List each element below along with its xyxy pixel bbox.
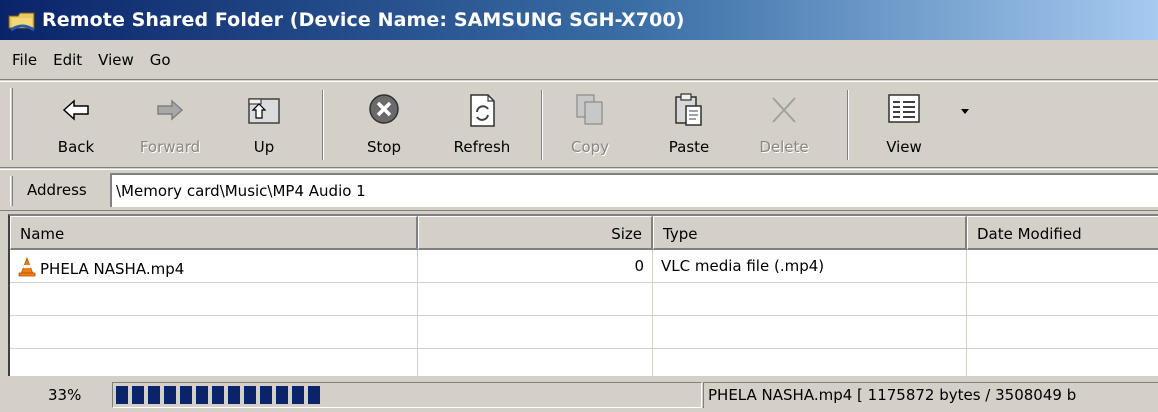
menu-view[interactable]: View [90, 47, 142, 73]
paste-label: Paste [668, 138, 710, 156]
window-title: Remote Shared Folder (Device Name: SAMSU… [42, 9, 685, 31]
progress-segment [276, 386, 288, 404]
progress-segment [164, 386, 176, 404]
empty-row [10, 316, 1158, 349]
empty-cell [418, 283, 653, 316]
column-header-size[interactable]: Size [418, 216, 653, 250]
forward-label: Forward [139, 138, 201, 156]
progress-segment [292, 386, 304, 404]
progress-segment [212, 386, 224, 404]
address-label: Address [27, 181, 87, 199]
title-bar[interactable]: Remote Shared Folder (Device Name: SAMSU… [0, 0, 1158, 40]
shared-folder-icon [8, 8, 36, 32]
view-label: View [886, 138, 922, 156]
empty-cell [418, 316, 653, 349]
progress-segment [260, 386, 272, 404]
progress-segment [228, 386, 240, 404]
forward-arrow-icon [150, 90, 190, 130]
progress-segment [132, 386, 144, 404]
empty-row [10, 283, 1158, 316]
copy-label: Copy [570, 138, 610, 156]
toolbar-separator [847, 90, 849, 160]
column-header-type[interactable]: Type [653, 216, 967, 250]
forward-button[interactable]: Forward [128, 86, 212, 164]
empty-cell [653, 283, 967, 316]
refresh-icon [462, 90, 502, 130]
empty-cell [967, 349, 1158, 376]
empty-cell [967, 316, 1158, 349]
empty-cell [10, 316, 418, 349]
progress-segment [196, 386, 208, 404]
address-bar-grip[interactable] [10, 176, 13, 206]
up-label: Up [253, 138, 275, 156]
view-icon [884, 90, 924, 130]
progress-bar [112, 382, 702, 408]
cell-size: 0 [418, 250, 653, 283]
toolbar-separator [541, 90, 543, 160]
up-folder-icon [244, 90, 284, 130]
cell-date-modified [967, 250, 1158, 283]
empty-cell [967, 283, 1158, 316]
table-row[interactable]: PHELA NASHA.mp4 0 VLC media file (.mp4) [10, 250, 1158, 283]
copy-icon [570, 90, 610, 130]
view-dropdown-button[interactable] [955, 86, 975, 164]
progress-segment [308, 386, 320, 404]
refresh-button[interactable]: Refresh [440, 86, 524, 164]
progress-segment [244, 386, 256, 404]
back-label: Back [57, 138, 95, 156]
refresh-label: Refresh [453, 138, 511, 156]
transfer-status: PHELA NASHA.mp4 [ 1175872 bytes / 350804… [703, 382, 1158, 408]
column-header-name[interactable]: Name [10, 216, 418, 250]
empty-cell [10, 349, 418, 376]
toolbar-grip[interactable] [10, 88, 13, 160]
back-arrow-icon [56, 90, 96, 130]
status-bar: 33% PHELA NASHA.mp4 [ 1175872 bytes / 35… [0, 377, 1158, 412]
toolbar: Back Forward Up Stop Refresh Copy Paste … [0, 81, 1158, 168]
column-header-date-modified[interactable]: Date Modified [967, 216, 1158, 250]
empty-row [10, 349, 1158, 376]
back-button[interactable]: Back [46, 86, 106, 164]
menu-edit[interactable]: Edit [45, 47, 90, 73]
vlc-cone-icon [18, 256, 36, 277]
delete-icon [764, 90, 804, 130]
cell-name: PHELA NASHA.mp4 [10, 250, 418, 283]
toolbar-separator [322, 90, 324, 160]
empty-cell [10, 283, 418, 316]
delete-button[interactable]: Delete [748, 86, 820, 164]
address-bar: Address \Memory card\Music\MP4 Audio 1 [0, 169, 1158, 211]
progress-percent: 33% [48, 386, 82, 404]
menu-go[interactable]: Go [142, 47, 179, 73]
cell-type: VLC media file (.mp4) [653, 250, 967, 283]
stop-button[interactable]: Stop [354, 86, 414, 164]
view-button[interactable]: View [874, 86, 934, 164]
stop-label: Stop [366, 138, 402, 156]
menu-file[interactable]: File [4, 47, 45, 73]
empty-cell [653, 349, 967, 376]
empty-cell [418, 349, 653, 376]
progress-segment [180, 386, 192, 404]
paste-icon [669, 90, 709, 130]
progress-segment [148, 386, 160, 404]
paste-button[interactable]: Paste [656, 86, 722, 164]
address-input[interactable]: \Memory card\Music\MP4 Audio 1 [110, 173, 1158, 207]
caret-down-icon [955, 90, 975, 130]
progress-fill [116, 386, 698, 404]
up-button[interactable]: Up [236, 86, 292, 164]
copy-button[interactable]: Copy [562, 86, 618, 164]
progress-segment [116, 386, 128, 404]
delete-label: Delete [759, 138, 809, 156]
stop-icon [364, 90, 404, 130]
file-name: PHELA NASHA.mp4 [40, 260, 185, 278]
menu-bar: File Edit View Go [0, 40, 1158, 80]
empty-cell [653, 316, 967, 349]
file-list[interactable]: Name Size Type Date Modified PHELA NASHA… [8, 214, 1158, 376]
